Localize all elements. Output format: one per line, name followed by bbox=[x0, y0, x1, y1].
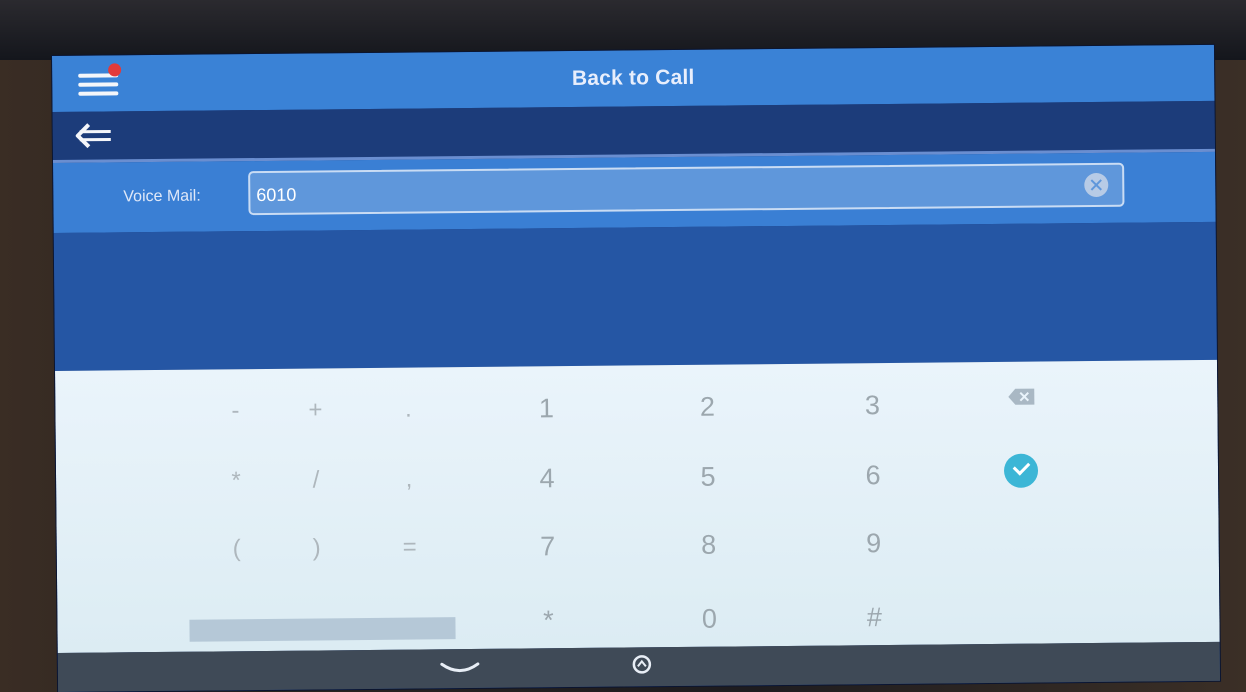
backspace-button[interactable] bbox=[1007, 388, 1035, 406]
backspace-icon bbox=[1008, 388, 1035, 405]
key-9[interactable]: 9 bbox=[839, 523, 909, 564]
key-equals[interactable]: = bbox=[375, 527, 445, 568]
key-comma[interactable]: , bbox=[374, 459, 444, 500]
key-close-paren[interactable]: ) bbox=[282, 528, 352, 569]
chevron-down-icon bbox=[440, 662, 480, 673]
key-4[interactable]: 4 bbox=[512, 458, 582, 499]
voice-mail-row: Voice Mail: 6010 bbox=[53, 151, 1216, 233]
key-dot[interactable]: . bbox=[373, 389, 443, 430]
back-button[interactable] bbox=[75, 121, 115, 149]
space-key[interactable] bbox=[189, 617, 456, 642]
key-open-paren[interactable]: ( bbox=[202, 529, 272, 570]
key-star[interactable]: * bbox=[513, 600, 583, 641]
key-minus[interactable]: - bbox=[200, 391, 270, 432]
home-icon bbox=[632, 655, 652, 674]
collapse-keyboard-button[interactable] bbox=[440, 661, 480, 675]
back-to-call-label: Back to Call bbox=[571, 65, 695, 91]
clear-icon[interactable] bbox=[1084, 172, 1109, 198]
key-6[interactable]: 6 bbox=[838, 455, 908, 496]
content-area bbox=[53, 221, 1217, 371]
key-7[interactable]: 7 bbox=[513, 526, 583, 567]
voice-mail-label: Voice Mail: bbox=[123, 187, 201, 206]
key-slash[interactable]: / bbox=[281, 460, 351, 501]
key-hash[interactable]: # bbox=[839, 597, 909, 638]
menu-button[interactable] bbox=[78, 63, 122, 99]
home-button[interactable] bbox=[631, 653, 653, 675]
voice-mail-value: 6010 bbox=[256, 184, 297, 206]
key-3[interactable]: 3 bbox=[837, 385, 907, 426]
voice-mail-input[interactable]: 6010 bbox=[248, 162, 1125, 216]
key-plus[interactable]: + bbox=[280, 390, 350, 431]
key-8[interactable]: 8 bbox=[674, 524, 744, 565]
on-screen-keypad: - + . 1 2 3 * / , 4 5 6 ( ) = 7 8 9 * 0 … bbox=[55, 359, 1220, 653]
phone-screen: Back to Call Voice Mail: 6010 - + . 1 2 … bbox=[52, 44, 1221, 692]
left-arrow-icon bbox=[75, 123, 111, 149]
notification-badge-icon bbox=[108, 63, 122, 77]
key-asterisk-symbol[interactable]: * bbox=[201, 461, 271, 502]
key-1[interactable]: 1 bbox=[511, 388, 581, 429]
key-5[interactable]: 5 bbox=[673, 456, 743, 497]
check-circle-icon[interactable] bbox=[1003, 453, 1039, 488]
key-0[interactable]: 0 bbox=[674, 598, 744, 639]
key-2[interactable]: 2 bbox=[672, 386, 742, 427]
